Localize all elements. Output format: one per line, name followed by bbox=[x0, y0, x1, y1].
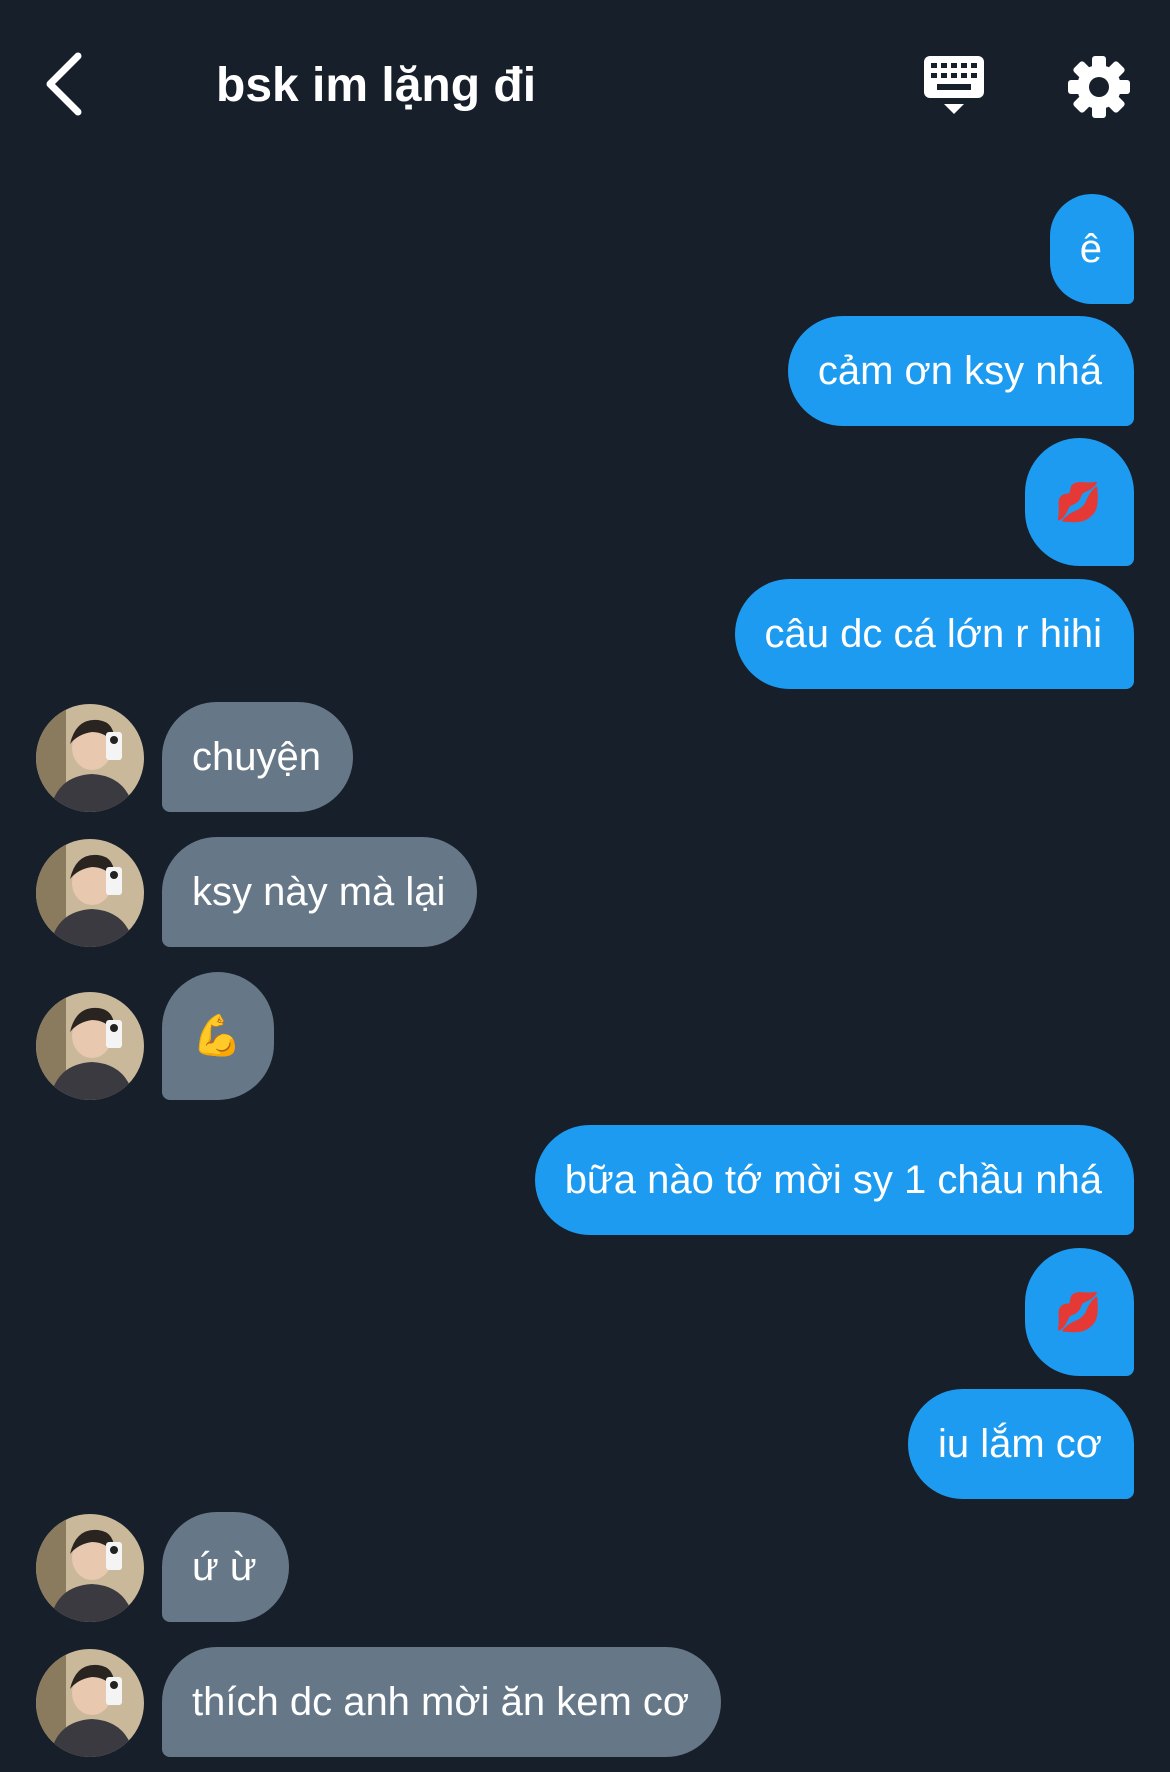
gear-icon bbox=[1068, 56, 1130, 118]
message-bubble-outgoing[interactable]: câu dc cá lớn r hihi bbox=[734, 579, 1134, 689]
avatar-image bbox=[36, 1649, 144, 1757]
message-bubble-incoming[interactable]: thích dc anh mời ăn kem cơ bbox=[162, 1647, 722, 1757]
back-button[interactable] bbox=[36, 48, 96, 120]
flexed-biceps-icon: 💪 bbox=[192, 1014, 242, 1058]
kiss-mark-icon: 💋 bbox=[1054, 1292, 1102, 1334]
message-bubble-incoming[interactable]: ksy này mà lại bbox=[162, 837, 478, 947]
avatar-image bbox=[36, 1514, 144, 1622]
message-text: ê bbox=[1079, 227, 1102, 271]
avatar[interactable] bbox=[36, 839, 144, 947]
message-bubble-outgoing[interactable]: iu lắm cơ bbox=[907, 1389, 1134, 1499]
avatar[interactable] bbox=[36, 704, 144, 812]
message-text: chuyện bbox=[192, 735, 321, 779]
chevron-left-icon bbox=[46, 52, 82, 116]
message-text: ksy này mà lại bbox=[192, 870, 446, 914]
message-bubble-outgoing[interactable]: 💋 bbox=[1024, 1248, 1134, 1376]
avatar-image bbox=[36, 839, 144, 947]
keyboard-button[interactable] bbox=[920, 52, 988, 120]
message-bubble-outgoing[interactable]: 💋 bbox=[1024, 438, 1134, 566]
message-bubble-outgoing[interactable]: bữa nào tớ mời sy 1 chầu nhá bbox=[534, 1125, 1134, 1235]
message-text: cảm ơn ksy nhá bbox=[817, 349, 1102, 393]
message-text: thích dc anh mời ăn kem cơ bbox=[192, 1680, 690, 1724]
chat-header: bsk im lặng đi bbox=[0, 0, 1170, 160]
message-text: iu lắm cơ bbox=[937, 1422, 1102, 1466]
message-bubble-outgoing[interactable]: ê bbox=[1049, 194, 1134, 304]
message-text: ứ ừ bbox=[192, 1545, 257, 1589]
message-bubble-incoming[interactable]: chuyện bbox=[162, 702, 353, 812]
kiss-mark-icon: 💋 bbox=[1054, 482, 1102, 524]
message-bubble-incoming[interactable]: 💪 bbox=[162, 972, 274, 1100]
settings-button[interactable] bbox=[1066, 54, 1132, 120]
keyboard-icon bbox=[924, 56, 984, 114]
message-text: câu dc cá lớn r hihi bbox=[764, 612, 1103, 656]
message-text: bữa nào tớ mời sy 1 chầu nhá bbox=[564, 1158, 1102, 1202]
avatar[interactable] bbox=[36, 1514, 144, 1622]
chat-title: bsk im lặng đi bbox=[216, 59, 537, 112]
avatar-image bbox=[36, 992, 144, 1100]
avatar-image bbox=[36, 704, 144, 812]
message-bubble-incoming[interactable]: ứ ừ bbox=[162, 1512, 289, 1622]
message-bubble-outgoing[interactable]: cảm ơn ksy nhá bbox=[787, 316, 1134, 426]
avatar[interactable] bbox=[36, 992, 144, 1100]
avatar[interactable] bbox=[36, 1649, 144, 1757]
